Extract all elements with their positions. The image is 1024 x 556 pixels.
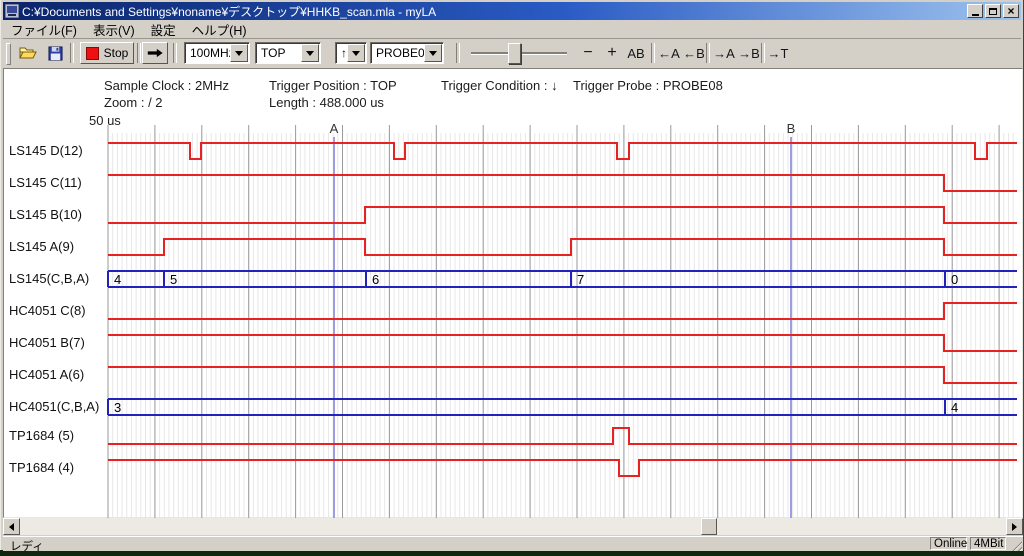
timebase-label: 50 us: [89, 113, 121, 128]
toolbar-separator: [651, 43, 655, 63]
zoom-in-button[interactable]: +: [601, 42, 623, 64]
sample-clock-text: Sample Clock : 2MHz: [104, 78, 229, 93]
ab-markers-button[interactable]: AB: [623, 42, 649, 64]
maximize-button[interactable]: [985, 4, 1001, 18]
channel-label: LS145(C,B,A): [9, 271, 105, 287]
trigger-position-value: TOP: [261, 46, 285, 60]
menu-bar: ファイル(F) 表示(V) 設定 ヘルプ(H): [3, 21, 1021, 38]
close-button[interactable]: ×: [1003, 4, 1019, 18]
window-title: C:¥Documents and Settings¥noname¥デスクトップ¥…: [22, 3, 436, 20]
channel-label: LS145 D(12): [9, 143, 105, 159]
app-icon: [5, 4, 19, 18]
trigger-position-select[interactable]: TOP: [255, 42, 321, 64]
channel-label: HC4051 C(8): [9, 303, 105, 319]
zoom-text: Zoom : / 2: [104, 95, 163, 110]
goto-trigger-button[interactable]: →T: [766, 42, 790, 64]
trigger-condition-text: Trigger Condition : ↓: [441, 78, 558, 93]
waveform-panel[interactable]: [3, 68, 1023, 518]
menu-item-help[interactable]: ヘルプ(H): [184, 19, 255, 40]
length-text: Length : 488.000 us: [269, 95, 384, 110]
scrollbar-thumb[interactable]: [701, 518, 717, 535]
floppy-disk-icon: [48, 46, 63, 61]
toolbar-separator: [70, 43, 74, 63]
goto-b-right-button[interactable]: →B: [737, 42, 761, 64]
menu-item-file[interactable]: ファイル(F): [3, 19, 85, 40]
goto-b-left-button[interactable]: ←B: [682, 42, 706, 64]
toolbar-separator: [706, 43, 710, 63]
zoom-slider-thumb[interactable]: [508, 43, 521, 64]
trigger-position-text: Trigger Position : TOP: [269, 78, 397, 93]
stop-button[interactable]: Stop: [80, 42, 134, 64]
open-folder-icon: [19, 46, 37, 60]
run-arrow-icon: [146, 47, 164, 59]
chevron-down-icon[interactable]: [230, 44, 248, 62]
channel-label: TP1684 (5): [9, 428, 105, 444]
toolbar-separator: [173, 43, 177, 63]
trigger-probe-select[interactable]: PROBE00: [370, 42, 444, 64]
menu-item-view[interactable]: 表示(V): [85, 19, 143, 40]
trigger-edge-select[interactable]: ↑: [335, 42, 367, 64]
open-file-button[interactable]: [16, 42, 40, 64]
channel-label: TP1684 (4): [9, 460, 105, 476]
chevron-down-icon[interactable]: [347, 44, 365, 62]
maximize-icon: [989, 8, 997, 15]
toolbar-gripper[interactable]: [6, 43, 11, 65]
channel-label: HC4051 A(6): [9, 367, 105, 383]
resize-grip-icon[interactable]: [1010, 539, 1022, 551]
scroll-right-button[interactable]: [1006, 518, 1023, 535]
channel-label: LS145 B(10): [9, 207, 105, 223]
channel-label: LS145 A(9): [9, 239, 105, 255]
minimize-icon: [972, 14, 979, 16]
scroll-left-icon: [9, 523, 14, 531]
close-icon: ×: [1007, 6, 1014, 16]
channel-label: HC4051 B(7): [9, 335, 105, 351]
menu-item-settings[interactable]: 設定: [143, 19, 184, 40]
goto-a-right-button[interactable]: →A: [712, 42, 736, 64]
application-window: C:¥Documents and Settings¥noname¥デスクトップ¥…: [0, 0, 1024, 550]
stop-icon: [86, 47, 99, 60]
toolbar-separator: [456, 43, 460, 63]
toolbar-separator: [137, 43, 141, 63]
scroll-left-button[interactable]: [3, 518, 20, 535]
sample-rate-value: 100MHz: [190, 46, 235, 60]
stop-button-label: Stop: [104, 46, 129, 60]
run-button[interactable]: [142, 42, 168, 64]
sample-rate-select[interactable]: 100MHz: [184, 42, 250, 64]
channel-label: LS145 C(11): [9, 175, 105, 191]
scroll-right-icon: [1012, 523, 1017, 531]
minimize-button[interactable]: [967, 4, 983, 18]
status-ready-text: レディ: [10, 538, 44, 554]
status-memory-badge: 4MBit: [970, 537, 1006, 550]
save-file-button[interactable]: [43, 42, 67, 64]
zoom-out-button[interactable]: −: [577, 42, 599, 64]
horizontal-scrollbar[interactable]: [3, 518, 1023, 535]
status-bar: レディ Online 4MBit: [3, 536, 1023, 551]
goto-a-left-button[interactable]: ←A: [657, 42, 681, 64]
trigger-probe-text: Trigger Probe : PROBE08: [573, 78, 723, 93]
zoom-slider[interactable]: [469, 42, 569, 64]
toolbar-separator: [761, 43, 765, 63]
chevron-down-icon[interactable]: [424, 44, 442, 62]
channel-label: HC4051(C,B,A): [9, 399, 105, 415]
toolbar: Stop 100MHz TOP ↑ PROBE00 −: [3, 40, 1021, 67]
chevron-down-icon[interactable]: [301, 44, 319, 62]
status-online-badge: Online: [930, 537, 967, 550]
title-bar[interactable]: C:¥Documents and Settings¥noname¥デスクトップ¥…: [3, 2, 1021, 20]
